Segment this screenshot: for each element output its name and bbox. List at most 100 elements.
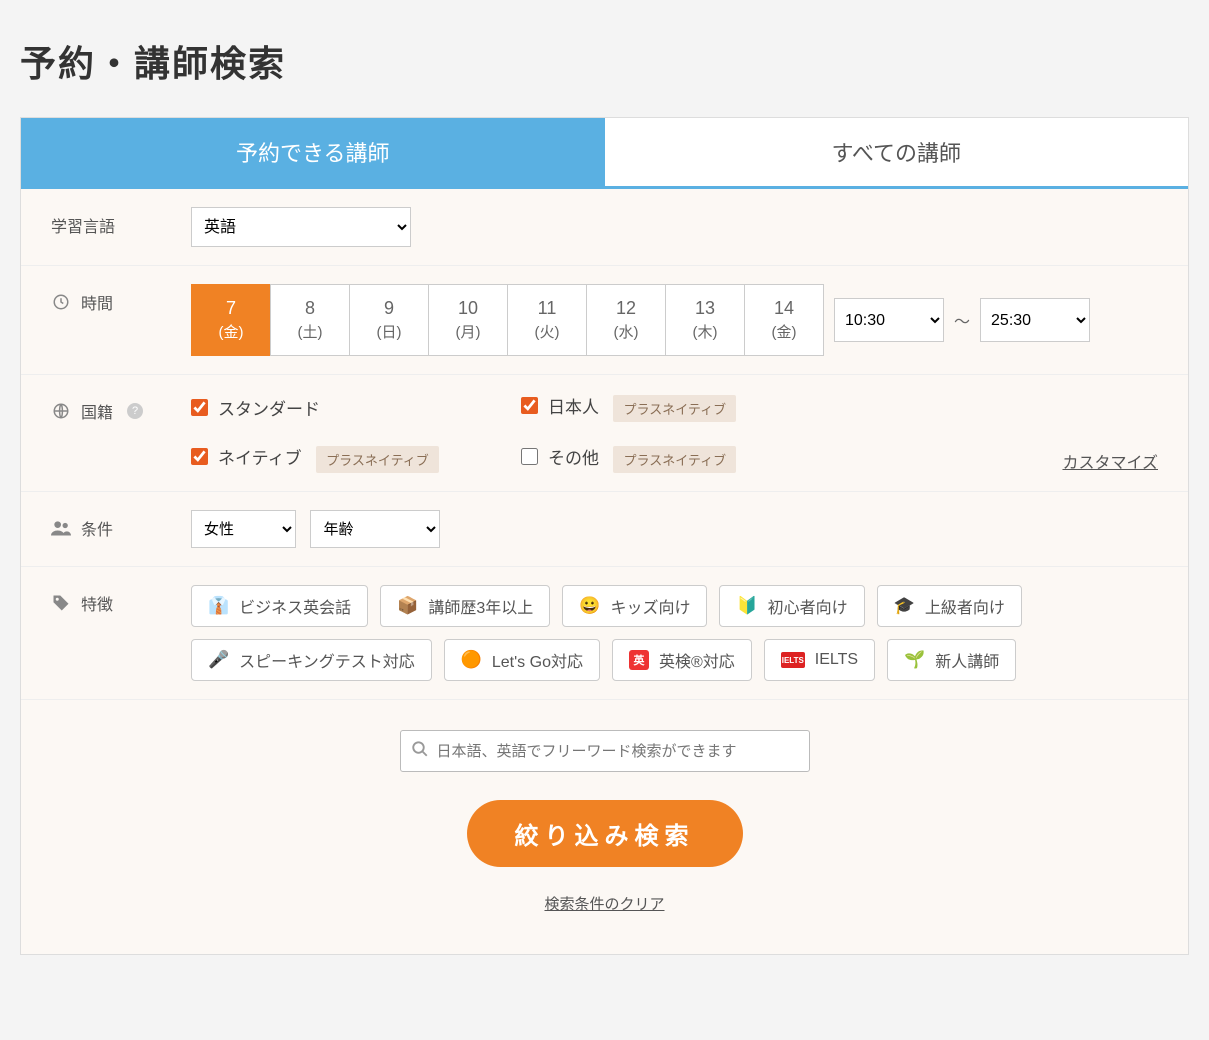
date-dow: (金)	[219, 321, 244, 342]
date-dow: (土)	[298, 321, 323, 342]
clock-icon	[51, 293, 71, 311]
date-dow: (日)	[377, 321, 402, 342]
footer-area: 絞り込み検索 検索条件のクリア	[21, 700, 1188, 954]
plus-native-badge: プラスネイティブ	[316, 446, 439, 473]
date-dow: (水)	[614, 321, 639, 342]
section-nationality: 国籍 ? スタンダード 日本人 プラスネイティブ	[21, 375, 1188, 492]
begin-icon: 🔰	[736, 596, 757, 616]
date-cell[interactable]: 8(土)	[270, 284, 350, 356]
plus-native-badge: プラスネイティブ	[613, 395, 736, 422]
checkbox-standard-input[interactable]	[191, 399, 208, 416]
feature-tag-ielts[interactable]: IELTS IELTS	[764, 639, 875, 681]
label-nationality: 国籍	[81, 399, 113, 423]
globe-icon	[51, 402, 71, 420]
age-select[interactable]: 年齢	[310, 510, 440, 548]
page-title: 予約・講師検索	[20, 35, 1189, 87]
section-condition: 条件 女性 年齢	[21, 492, 1188, 567]
date-dow: (火)	[535, 321, 560, 342]
checkbox-native-label: ネイティブ	[218, 444, 302, 469]
section-language: 学習言語 英語	[21, 189, 1188, 266]
date-number: 12	[616, 298, 636, 319]
label-time: 時間	[81, 290, 113, 314]
tab-bar: 予約できる講師 すべての講師	[21, 118, 1188, 189]
feature-tag-label: 英検®対応	[659, 648, 735, 672]
feature-tag-biz[interactable]: 👔 ビジネス英会話	[191, 585, 368, 627]
checkbox-native-input[interactable]	[191, 448, 208, 465]
date-number: 8	[305, 298, 315, 319]
exp3-icon: 📦	[397, 596, 418, 616]
feature-tag-kids[interactable]: 😀 キッズ向け	[562, 585, 707, 627]
feature-tag-label: 新人講師	[935, 648, 999, 672]
date-cell[interactable]: 10(月)	[428, 284, 508, 356]
filter-search-button[interactable]: 絞り込み検索	[467, 800, 743, 867]
checkbox-other-label: その他	[548, 444, 599, 469]
feature-tag-label: 上級者向け	[925, 594, 1005, 618]
feature-tag-adv[interactable]: 🎓上級者向け	[877, 585, 1022, 627]
feature-tag-new[interactable]: 🌱 新人講師	[887, 639, 1016, 681]
freeword-search-input[interactable]	[437, 743, 799, 760]
language-select[interactable]: 英語	[191, 207, 411, 247]
checkbox-other[interactable]: その他	[521, 444, 599, 469]
checkbox-japanese-input[interactable]	[521, 397, 538, 414]
people-icon	[51, 520, 71, 536]
new-icon: 🌱	[904, 650, 925, 670]
feature-tag-speak[interactable]: 🎤 スピーキングテスト対応	[191, 639, 432, 681]
checkbox-standard[interactable]: スタンダード	[191, 395, 521, 420]
feature-tag-label: スピーキングテスト対応	[239, 648, 415, 672]
feature-tag-begin[interactable]: 🔰 初心者向け	[719, 585, 864, 627]
letsgo-icon: 🟠	[461, 650, 482, 670]
time-from-select[interactable]: 10:30	[834, 298, 944, 342]
label-feature: 特徴	[81, 591, 113, 615]
section-time: 時間 7(金)8(土)9(日)10(月)11(火)12(水)13(木)14(金)…	[21, 266, 1188, 375]
feature-tag-label: ビジネス英会話	[239, 594, 351, 618]
feature-tag-letsgo[interactable]: 🟠 Let's Go対応	[444, 639, 600, 681]
biz-icon: 👔	[208, 596, 229, 616]
time-to-select[interactable]: 25:30	[980, 298, 1090, 342]
date-number: 14	[774, 298, 794, 319]
feature-tags: 👔 ビジネス英会話 📦 講師歴3年以上 😀 キッズ向け 🔰 初心者向け 🎓上級者向け 🎤 スピーキン…	[191, 585, 1158, 681]
feature-tag-label: Let's Go対応	[492, 648, 583, 672]
feature-tag-eiken[interactable]: 英英検®対応	[612, 639, 752, 681]
clear-conditions-link[interactable]: 検索条件のクリア	[21, 893, 1188, 914]
feature-tag-label: IELTS	[815, 651, 858, 669]
feature-tag-label: キッズ向け	[610, 594, 690, 618]
tab-all-instructors[interactable]: すべての講師	[605, 118, 1189, 186]
date-number: 13	[695, 298, 715, 319]
date-cell[interactable]: 13(木)	[665, 284, 745, 356]
feature-tag-exp3[interactable]: 📦 講師歴3年以上	[380, 585, 550, 627]
date-picker: 7(金)8(土)9(日)10(月)11(火)12(水)13(木)14(金)	[191, 284, 824, 356]
label-condition: 条件	[81, 516, 113, 540]
checkbox-standard-label: スタンダード	[218, 395, 320, 420]
date-number: 7	[226, 298, 236, 319]
date-dow: (月)	[456, 321, 481, 342]
date-cell[interactable]: 9(日)	[349, 284, 429, 356]
date-cell[interactable]: 7(金)	[191, 284, 271, 356]
feature-tag-label: 講師歴3年以上	[428, 594, 533, 618]
date-cell[interactable]: 12(水)	[586, 284, 666, 356]
customize-link[interactable]: カスタマイズ	[1062, 449, 1158, 473]
date-dow: (木)	[693, 321, 718, 342]
checkbox-japanese-label: 日本人	[548, 393, 599, 418]
date-number: 9	[384, 298, 394, 319]
search-icon	[411, 740, 429, 763]
date-number: 11	[538, 298, 557, 319]
kids-icon: 😀	[579, 596, 600, 616]
checkbox-japanese[interactable]: 日本人	[521, 393, 599, 418]
help-icon[interactable]: ?	[127, 403, 143, 419]
freeword-search-wrap	[400, 730, 810, 772]
date-cell[interactable]: 14(金)	[744, 284, 824, 356]
speak-icon: 🎤	[208, 650, 229, 670]
date-cell[interactable]: 11(火)	[507, 284, 587, 356]
tab-available-instructors[interactable]: 予約できる講師	[21, 118, 605, 186]
search-panel: 予約できる講師 すべての講師 学習言語 英語 時間 7(金)8(土)9(日)10…	[20, 117, 1189, 955]
feature-tag-label: 初心者向け	[768, 594, 848, 618]
date-dow: (金)	[772, 321, 797, 342]
gender-select[interactable]: 女性	[191, 510, 296, 548]
checkbox-other-input[interactable]	[521, 448, 538, 465]
ielts-icon: IELTS	[781, 652, 805, 668]
date-number: 10	[458, 298, 478, 319]
eiken-icon: 英	[629, 650, 649, 670]
checkbox-native[interactable]: ネイティブ	[191, 444, 302, 469]
tag-icon	[51, 594, 71, 612]
label-language: 学習言語	[51, 213, 115, 237]
